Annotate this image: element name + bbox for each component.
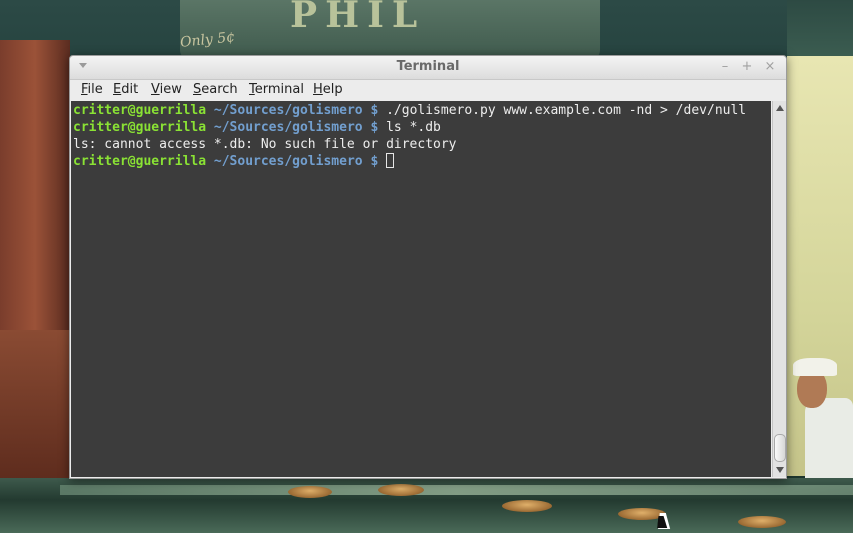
terminal-output[interactable]: critter@guerrilla ~/Sources/golismero $ … [71,101,771,477]
text-cursor [386,153,395,168]
wallpaper-figure-hat [793,358,837,376]
terminal-line: critter@guerrilla ~/Sources/golismero $ … [73,102,746,119]
wallpaper-counter-edge [60,485,853,495]
maximize-button[interactable]: + [740,59,754,75]
prompt-user: critter@guerrilla [73,154,207,169]
title-bar[interactable]: Terminal – + × [70,56,786,80]
close-button[interactable]: × [763,59,777,75]
scroll-up-icon[interactable] [776,105,784,111]
prompt-path: ~/Sources/golismero [213,120,363,135]
wallpaper-sign-text: PHIL [290,0,426,36]
wallpaper-right-wall [787,0,853,56]
menu-terminal[interactable]: Terminal [249,82,304,97]
prompt-symbol: $ [370,103,379,118]
prompt-symbol: $ [370,154,379,169]
scrollbar-thumb[interactable] [774,434,786,462]
wallpaper-stool [738,516,786,528]
vertical-scrollbar[interactable] [772,101,786,477]
command-text: ./golismero.py www.example.com -nd > /de… [386,103,747,118]
wallpaper-stool [288,486,332,498]
prompt-user: critter@guerrilla [73,103,207,118]
menu-file[interactable]: File [81,82,103,97]
menu-search[interactable]: Search [193,82,238,97]
prompt-symbol: $ [370,120,379,135]
prompt-path: ~/Sources/golismero [213,103,363,118]
minimize-button[interactable]: – [718,59,732,75]
command-text: ls *.db [386,120,441,135]
wallpaper-stool [502,500,552,512]
mouse-pointer-icon [658,513,672,529]
terminal-window[interactable]: Terminal – + × File Edit View Search Ter… [69,55,787,479]
window-title: Terminal [396,59,460,74]
wallpaper-left-cabinet [0,330,70,490]
wallpaper-stool [378,484,424,496]
scroll-down-icon[interactable] [776,467,784,473]
menu-view[interactable]: View [151,82,182,97]
terminal-line: critter@guerrilla ~/Sources/golismero $ … [73,119,441,136]
menu-edit[interactable]: Edit [113,82,138,97]
menu-bar: File Edit View Search Terminal Help [70,80,786,101]
output-text: ls: cannot access *.db: No such file or … [73,137,457,152]
terminal-line: ls: cannot access *.db: No such file or … [73,136,457,153]
prompt-path: ~/Sources/golismero [213,154,363,169]
menu-help[interactable]: Help [313,82,343,97]
terminal-line: critter@guerrilla ~/Sources/golismero $ [73,153,395,170]
prompt-user: critter@guerrilla [73,120,207,135]
wallpaper-figure-body [805,398,853,478]
